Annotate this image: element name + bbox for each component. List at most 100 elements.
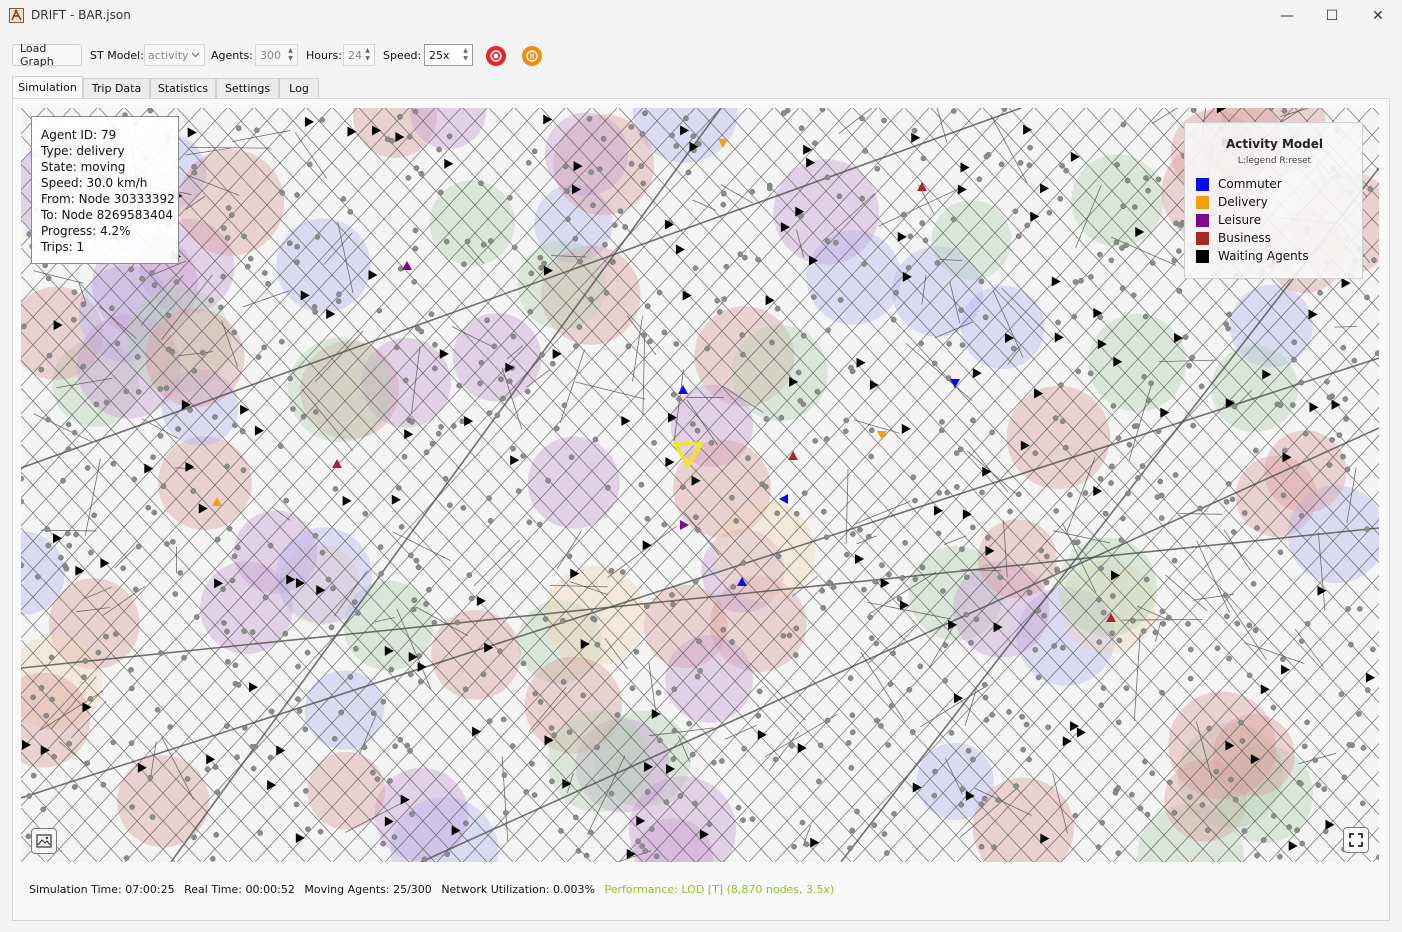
road-node — [247, 255, 254, 262]
road-node — [1100, 685, 1107, 691]
road-node — [1015, 233, 1022, 240]
road-node — [905, 264, 912, 271]
road-node — [602, 241, 608, 248]
waiting-agent — [510, 455, 520, 466]
road-node — [1214, 645, 1221, 652]
road-node — [145, 504, 152, 511]
road-node — [694, 427, 701, 434]
load-graph-button[interactable]: Load Graph — [12, 42, 82, 68]
road-node — [404, 742, 411, 749]
road-node — [290, 406, 296, 412]
road-node — [671, 686, 678, 693]
road-node — [100, 781, 107, 788]
screenshot-button[interactable] — [31, 828, 57, 854]
road-node — [212, 764, 219, 770]
road-node — [459, 418, 466, 425]
road-node — [454, 619, 461, 626]
road-node — [959, 786, 966, 792]
real-time: Real Time: 00:00:52 — [184, 883, 295, 896]
road-node — [587, 829, 594, 836]
stop-button[interactable] — [486, 46, 506, 66]
waiting-agent — [901, 423, 911, 434]
road-node — [435, 430, 442, 437]
road-node — [477, 380, 483, 387]
road-node — [749, 816, 756, 822]
speed-spinbox[interactable]: 25x ▲ ▼ — [424, 44, 473, 66]
road-network[interactable] — [21, 108, 1379, 862]
waiting-agent — [552, 348, 562, 359]
road-node — [407, 552, 414, 559]
activity-zone — [977, 518, 1057, 599]
road-node — [644, 303, 651, 310]
performance-info: Performance: LOD [T] (8,870 nodes, 3.5x) — [604, 883, 835, 896]
road-node — [406, 133, 413, 140]
road-node — [224, 235, 231, 241]
road-node — [886, 571, 892, 578]
road-node — [468, 595, 475, 602]
road-node — [1298, 379, 1305, 386]
waiting-agent — [960, 162, 970, 173]
road-node — [154, 706, 161, 713]
waiting-agent — [1093, 486, 1103, 497]
close-button[interactable]: ✕ — [1355, 0, 1401, 32]
road-node — [497, 648, 503, 655]
road-node — [998, 161, 1005, 168]
road-node — [622, 224, 629, 230]
road-node — [64, 530, 71, 537]
tab-trip-data[interactable]: Trip Data — [83, 78, 150, 98]
road-node — [1098, 702, 1105, 709]
spin-arrows-icon[interactable]: ▲ ▼ — [363, 47, 372, 63]
road-node — [594, 744, 600, 751]
road-node — [600, 136, 607, 142]
road-node — [391, 834, 398, 840]
road-node — [825, 327, 831, 334]
st-model-select[interactable]: activity — [144, 44, 205, 66]
road-node — [642, 110, 648, 117]
road-node — [312, 309, 318, 315]
road-node — [1120, 203, 1127, 210]
spin-arrows-icon[interactable]: ▲ ▼ — [461, 47, 470, 63]
waiting-agent — [1331, 399, 1341, 410]
road-node — [733, 518, 740, 524]
spin-arrows-icon[interactable]: ▲ ▼ — [286, 47, 295, 63]
road-node — [1171, 557, 1178, 564]
road-node — [730, 584, 736, 590]
road-node — [426, 586, 432, 593]
maximize-button[interactable]: ☐ — [1309, 0, 1355, 32]
legend-title: Activity Model — [1226, 137, 1323, 151]
tab-settings[interactable]: Settings — [216, 78, 279, 98]
activity-zone — [544, 112, 629, 196]
road-node — [565, 216, 571, 223]
road-node — [847, 845, 853, 852]
minimize-button[interactable]: — — [1264, 0, 1310, 32]
road-node — [60, 477, 66, 484]
road-node — [973, 616, 980, 623]
road-node — [651, 440, 657, 446]
road-node — [847, 675, 854, 681]
road-node — [594, 641, 601, 648]
agents-spinbox[interactable]: 300 ▲ ▼ — [255, 44, 298, 66]
toolbar: Load Graph ST Model: activity Agents: 30… — [0, 40, 1402, 72]
fullscreen-button[interactable] — [1343, 827, 1369, 853]
road-node — [647, 338, 653, 345]
tab-log[interactable]: Log — [279, 78, 319, 98]
road-node — [413, 557, 420, 564]
road-node — [854, 808, 860, 815]
road-node — [572, 343, 579, 349]
hours-spinbox[interactable]: 24 ▲ ▼ — [343, 44, 375, 66]
road-node — [294, 259, 300, 266]
legend-label: Waiting Agents — [1218, 249, 1309, 263]
road-node — [740, 560, 747, 566]
road-node — [255, 354, 262, 360]
map-canvas[interactable] — [21, 108, 1379, 862]
road-node — [946, 341, 952, 347]
road-node — [151, 282, 158, 288]
tab-simulation[interactable]: Simulation — [12, 76, 83, 98]
pause-button[interactable] — [522, 46, 542, 66]
road-node — [463, 820, 469, 827]
waiting-agent — [797, 743, 807, 754]
tab-statistics[interactable]: Statistics — [150, 78, 216, 98]
waiting-agent — [1288, 840, 1298, 851]
road-node — [335, 298, 342, 304]
agent-to-node: To: Node 8269583404 — [41, 208, 173, 222]
